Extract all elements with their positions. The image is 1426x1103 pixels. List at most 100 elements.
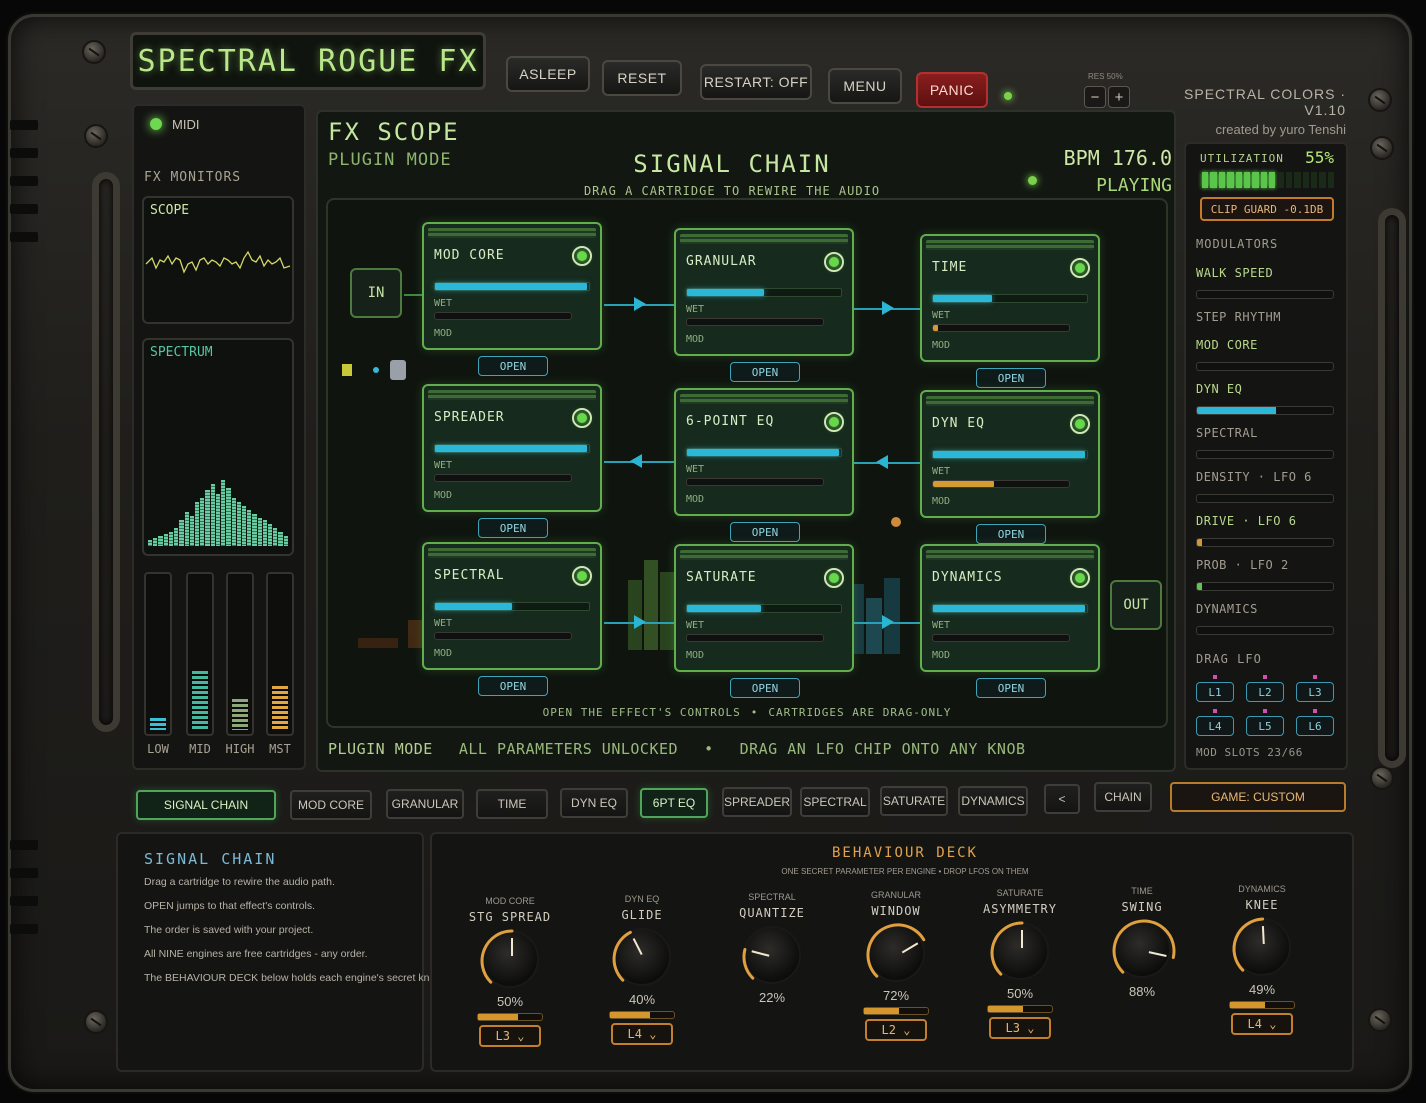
panic-button[interactable]: PANIC	[916, 72, 988, 108]
mod-slider[interactable]	[686, 634, 824, 642]
lfo-amount-bar[interactable]	[609, 1011, 675, 1019]
cartridge-saturate[interactable]: SATURATE WET MOD	[674, 544, 854, 672]
wet-slider[interactable]	[434, 282, 590, 291]
asleep-button[interactable]: ASLEEP	[506, 56, 590, 92]
lfo-amount-bar[interactable]	[863, 1007, 929, 1015]
cartridge-6-point-eq[interactable]: 6-POINT EQ WET MOD	[674, 388, 854, 516]
cartridge-mod-core[interactable]: MOD CORE WET MOD	[422, 222, 602, 350]
open-button[interactable]: OPEN	[976, 368, 1046, 388]
lfo-chip-l2[interactable]: L2	[1246, 682, 1284, 702]
resolution-increase-button[interactable]: +	[1108, 86, 1130, 108]
power-toggle-icon[interactable]	[572, 246, 592, 266]
mod-slider[interactable]	[932, 634, 1070, 642]
lfo-amount-bar[interactable]	[477, 1013, 543, 1021]
lfo-amount-bar[interactable]	[1229, 1001, 1295, 1009]
mod-slider[interactable]	[932, 480, 1070, 488]
game-mode-button[interactable]: GAME: CUSTOM	[1170, 782, 1346, 812]
cartridge-dyn-eq[interactable]: DYN EQ WET MOD	[920, 390, 1100, 518]
cartridge-granular[interactable]: GRANULAR WET MOD	[674, 228, 854, 356]
tab-granular[interactable]: GRANULAR	[386, 789, 464, 819]
tab-saturate[interactable]: SATURATE	[880, 786, 948, 816]
open-button[interactable]: OPEN	[478, 356, 548, 376]
behaviour-knob[interactable]	[612, 928, 671, 986]
modulator-slider[interactable]	[1196, 494, 1334, 503]
lfo-chip-l1[interactable]: L1	[1196, 682, 1234, 702]
clip-guard-badge[interactable]: CLIP GUARD -0.1DB	[1200, 197, 1334, 221]
tab-spreader[interactable]: SPREADER	[722, 787, 792, 817]
lfo-chip-l6[interactable]: L6	[1296, 716, 1334, 736]
mod-slider[interactable]	[434, 474, 572, 482]
lfo-select[interactable]: L4 ⌄	[1231, 1013, 1293, 1035]
knob-value: 50%	[1006, 986, 1034, 1001]
power-toggle-icon[interactable]	[824, 568, 844, 588]
power-toggle-icon[interactable]	[824, 412, 844, 432]
wet-slider[interactable]	[434, 602, 590, 611]
tab-prev-button[interactable]: <	[1044, 784, 1080, 814]
modulator-slider[interactable]	[1196, 450, 1334, 459]
wet-slider[interactable]	[434, 444, 590, 453]
modulator-slider[interactable]	[1196, 290, 1334, 299]
behaviour-knob[interactable]	[1112, 919, 1176, 978]
behaviour-knob[interactable]	[866, 923, 926, 982]
wet-slider[interactable]	[686, 288, 842, 297]
lfo-select[interactable]: L2 ⌄	[865, 1019, 927, 1041]
power-toggle-icon[interactable]	[1070, 258, 1090, 278]
wet-slider[interactable]	[932, 604, 1088, 613]
lfo-amount-bar[interactable]	[987, 1005, 1053, 1013]
menu-button[interactable]: MENU	[828, 68, 902, 104]
mod-slider[interactable]	[932, 324, 1070, 332]
tab-signal-chain[interactable]: SIGNAL CHAIN	[136, 790, 276, 820]
behaviour-knob[interactable]	[742, 926, 801, 984]
mod-slider[interactable]	[686, 478, 824, 486]
power-toggle-icon[interactable]	[1070, 414, 1090, 434]
lfo-select[interactable]: L3 ⌄	[479, 1025, 541, 1047]
power-toggle-icon[interactable]	[572, 566, 592, 586]
tab-dynamics[interactable]: DYNAMICS	[958, 785, 1028, 816]
lfo-chip-l4[interactable]: L4	[1196, 716, 1234, 736]
open-button[interactable]: OPEN	[730, 522, 800, 542]
cartridge-spreader[interactable]: SPREADER WET MOD	[422, 384, 602, 512]
modulator-slider[interactable]	[1196, 626, 1334, 635]
power-toggle-icon[interactable]	[824, 252, 844, 272]
modulator-slider[interactable]	[1196, 362, 1334, 371]
open-button[interactable]: OPEN	[478, 676, 548, 696]
tab-6pt-eq[interactable]: 6PT EQ	[640, 787, 708, 818]
cartridge-spectral[interactable]: SPECTRAL WET MOD	[422, 542, 602, 670]
lfo-chip-l3[interactable]: L3	[1296, 682, 1334, 702]
wet-slider[interactable]	[932, 294, 1088, 303]
cartridge-dynamics[interactable]: DYNAMICS WET MOD	[920, 544, 1100, 672]
open-button[interactable]: OPEN	[976, 524, 1046, 544]
wet-slider[interactable]	[686, 604, 842, 613]
reset-button[interactable]: RESET	[602, 60, 682, 96]
behaviour-knob[interactable]	[480, 929, 539, 988]
behaviour-knob[interactable]	[1232, 917, 1291, 976]
power-toggle-icon[interactable]	[572, 408, 592, 428]
open-button[interactable]: OPEN	[730, 362, 800, 382]
playing-led-icon	[1028, 176, 1037, 185]
restart-toggle-button[interactable]: RESTART: OFF	[700, 64, 812, 100]
tab-spectral[interactable]: SPECTRAL	[800, 786, 870, 817]
modulator-slider[interactable]	[1196, 406, 1334, 415]
cartridge-time[interactable]: TIME WET MOD	[920, 234, 1100, 362]
chain-view-button[interactable]: CHAIN	[1094, 782, 1152, 812]
mod-slider[interactable]	[434, 632, 572, 640]
modulator-slider[interactable]	[1196, 538, 1334, 547]
tab-dyn-eq[interactable]: DYN EQ	[560, 788, 628, 818]
resolution-decrease-button[interactable]: −	[1084, 86, 1106, 108]
modulator-slider[interactable]	[1196, 582, 1334, 591]
tab-mod-core[interactable]: MOD CORE	[290, 789, 372, 820]
wet-slider[interactable]	[932, 450, 1088, 459]
open-button[interactable]: OPEN	[976, 678, 1046, 698]
open-button[interactable]: OPEN	[730, 678, 800, 698]
mod-slider[interactable]	[434, 312, 572, 320]
lfo-select[interactable]: L3 ⌄	[989, 1017, 1051, 1039]
cartridge-name: TIME	[932, 260, 968, 275]
open-button[interactable]: OPEN	[478, 518, 548, 538]
mod-slider[interactable]	[686, 318, 824, 326]
lfo-select[interactable]: L4 ⌄	[611, 1023, 673, 1045]
lfo-chip-l5[interactable]: L5	[1246, 716, 1284, 736]
tab-time[interactable]: TIME	[476, 788, 548, 819]
power-toggle-icon[interactable]	[1070, 568, 1090, 588]
behaviour-knob[interactable]	[990, 921, 1049, 980]
wet-slider[interactable]	[686, 448, 842, 457]
